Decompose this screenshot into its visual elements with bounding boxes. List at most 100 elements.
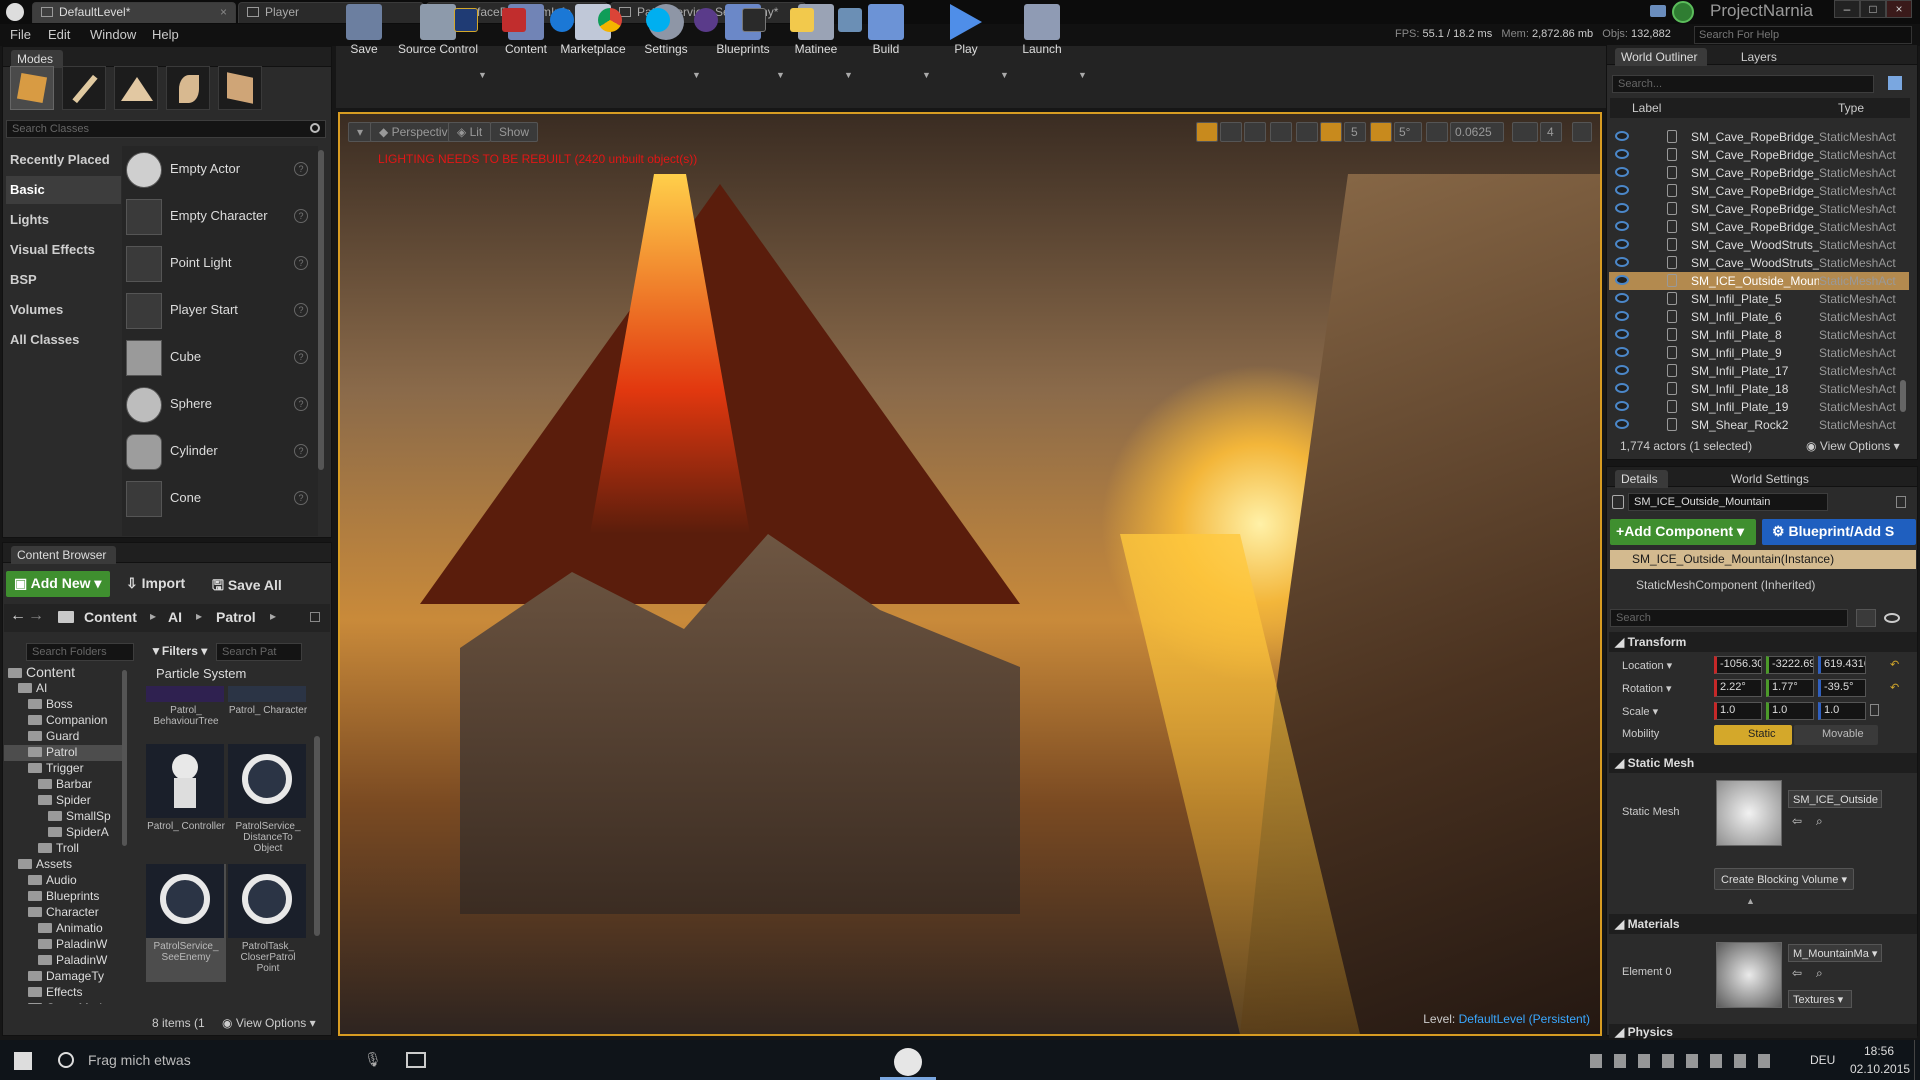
property-matrix-icon[interactable] (1856, 609, 1876, 627)
static-mesh-thumbnail[interactable] (1716, 780, 1782, 846)
clock-date[interactable]: 02.10.2015 (1850, 1062, 1910, 1076)
world-space-icon[interactable] (1270, 122, 1292, 142)
translate-tool-icon[interactable] (1196, 122, 1218, 142)
location-z-field[interactable]: 619.4316 (1818, 656, 1866, 674)
world-settings-tab[interactable]: World Settings (1731, 472, 1809, 486)
epic-launcher-icon[interactable] (742, 8, 766, 32)
world-outliner-tab[interactable]: World Outliner (1615, 48, 1708, 66)
add-component-button[interactable]: +Add Component ▾ (1610, 519, 1756, 545)
search-path-input[interactable]: Search Pat (216, 643, 302, 661)
scale-snap-value[interactable]: 0.0625 (1450, 122, 1504, 142)
outliner-search-input[interactable]: Search... (1612, 75, 1874, 93)
rotation-label[interactable]: Rotation ▾ (1622, 682, 1672, 695)
static-mesh-dropdown[interactable]: SM_ICE_Outside ▾ (1788, 790, 1882, 808)
category-recently-placed[interactable]: Recently Placed (6, 146, 121, 174)
scale-x-field[interactable]: 1.0 (1714, 702, 1762, 720)
visibility-eye-icon[interactable] (1615, 131, 1629, 141)
help-icon[interactable]: ? (294, 162, 308, 176)
rotate-tool-icon[interactable] (1220, 122, 1242, 142)
menu-file[interactable]: File (10, 27, 31, 42)
folder-tree-item[interactable]: PaladinW (4, 953, 122, 969)
outliner-row[interactable]: SM_Cave_RopeBridge_C StaticMeshAct (1609, 128, 1909, 146)
folder-tree-item[interactable]: Boss (4, 697, 122, 713)
layers-tab[interactable]: Layers (1741, 50, 1777, 64)
eye-icon[interactable] (1884, 613, 1900, 623)
outliner-row[interactable]: SM_Cave_RopeBridge_2 StaticMeshAct (1609, 218, 1909, 236)
outliner-row[interactable]: SM_Cave_RopeBridge_2 StaticMeshAct (1609, 200, 1909, 218)
skype-icon[interactable] (646, 8, 670, 32)
textures-dropdown[interactable]: Textures ▾ (1788, 990, 1852, 1008)
use-selected-arrow-icon[interactable]: ⇦ (1792, 814, 1802, 828)
create-blocking-volume-button[interactable]: Create Blocking Volume ▾ (1714, 868, 1854, 890)
back-arrow-icon[interactable]: ← (10, 607, 26, 625)
minimize-button[interactable]: – (1834, 0, 1860, 18)
help-icon[interactable]: ? (294, 397, 308, 411)
scale-z-field[interactable]: 1.0 (1818, 702, 1866, 720)
folder-tree-item[interactable]: Patrol (4, 745, 122, 761)
chevron-down-icon[interactable]: ▼ (1000, 70, 1009, 80)
visibility-eye-icon[interactable] (1615, 257, 1629, 267)
outliner-row[interactable]: SM_Cave_RopeBridge_C StaticMeshAct (1609, 146, 1909, 164)
visibility-eye-icon[interactable] (1615, 401, 1629, 411)
visibility-eye-icon[interactable] (1615, 203, 1629, 213)
visibility-eye-icon[interactable] (1615, 239, 1629, 249)
folder-tree-item[interactable]: Effects (4, 985, 122, 1001)
materials-section[interactable]: ◢ Materials (1609, 914, 1917, 934)
visual-studio-icon[interactable] (454, 8, 478, 32)
outliner-row[interactable]: SM_Infil_Plate_5 StaticMeshAct (1609, 290, 1909, 308)
close-window-button[interactable]: × (1886, 0, 1912, 18)
asset-patrol-service-distance[interactable]: PatrolService_ DistanceTo Object (228, 744, 308, 862)
asset-patrol-character[interactable]: Patrol_ Character (228, 686, 308, 736)
scale-tool-icon[interactable] (1244, 122, 1266, 142)
outliner-row[interactable]: SM_Shear_Rock2 StaticMeshAct (1609, 416, 1909, 434)
component-inherited-row[interactable]: StaticMeshComponent (Inherited) (1610, 576, 1916, 595)
place-item-cube[interactable]: Cube? (124, 336, 316, 380)
rotation-snap-value[interactable]: 5° (1394, 122, 1422, 142)
visibility-eye-icon[interactable] (1615, 383, 1629, 393)
outliner-row[interactable]: SM_Infil_Plate_9 StaticMeshAct (1609, 344, 1909, 362)
outliner-row[interactable]: SM_Infil_Plate_17 StaticMeshAct (1609, 362, 1909, 380)
camera-speed-value[interactable]: 4 (1540, 122, 1562, 142)
rotation-snap-icon[interactable] (1370, 122, 1392, 142)
details-tab[interactable]: Details (1615, 470, 1668, 488)
visibility-eye-icon[interactable] (1615, 293, 1629, 303)
viewport-options-button[interactable]: ▾ (348, 122, 373, 142)
chrome-icon[interactable] (598, 8, 622, 32)
modes-scrollbar[interactable] (318, 150, 324, 470)
chevron-down-icon[interactable]: ▼ (692, 70, 701, 80)
clock-time[interactable]: 18:56 (1864, 1044, 1894, 1058)
folder-tree-item[interactable]: AI (4, 681, 122, 697)
chevron-down-icon[interactable]: ▼ (844, 70, 853, 80)
breadcrumb-ai[interactable]: AI (168, 609, 182, 625)
search-folders-input[interactable]: Search Folders (26, 643, 134, 661)
folder-tree-item[interactable]: Blueprints (4, 889, 122, 905)
windows-start-icon[interactable] (14, 1052, 32, 1070)
outliner-row[interactable]: SM_Cave_RopeBridge_C StaticMeshAct (1609, 164, 1909, 182)
folder-tree-item[interactable]: GameMode (4, 1001, 122, 1004)
folder-tree-item[interactable]: Companion (4, 713, 122, 729)
help-icon[interactable]: ? (294, 350, 308, 364)
location-x-field[interactable]: -1056.30 (1714, 656, 1762, 674)
outliner-row[interactable]: SM_Infil_Plate_8 StaticMeshAct (1609, 326, 1909, 344)
build-button[interactable]: Build (856, 0, 916, 62)
notification-icon[interactable] (1650, 5, 1666, 17)
mobility-static-button[interactable]: Static (1714, 725, 1792, 745)
source-control-status-icon[interactable] (1672, 1, 1694, 23)
outliner-row[interactable]: SM_Cave_RopeBridge_C StaticMeshAct (1609, 182, 1909, 200)
scale-y-field[interactable]: 1.0 (1766, 702, 1814, 720)
place-item-point-light[interactable]: Point Light? (124, 242, 316, 286)
reset-to-default-icon[interactable]: ↶ (1890, 681, 1899, 694)
breadcrumb-content[interactable]: Content (84, 609, 137, 625)
reset-to-default-icon[interactable]: ↶ (1890, 658, 1899, 671)
actor-name-field[interactable]: SM_ICE_Outside_Mountain (1628, 493, 1828, 511)
help-icon[interactable]: ? (294, 491, 308, 505)
location-y-field[interactable]: -3222.69 (1766, 656, 1814, 674)
paint-mode-button[interactable] (62, 66, 106, 110)
outliner-row[interactable]: SM_ICE_Outside_Mount StaticMeshAct (1609, 272, 1909, 290)
help-icon[interactable]: ? (294, 303, 308, 317)
place-item-empty-actor[interactable]: Empty Actor? (124, 148, 316, 192)
scale-lock-icon[interactable] (1870, 704, 1879, 716)
grid-snap-value[interactable]: 5 (1344, 122, 1366, 142)
paint-app-icon[interactable] (502, 8, 526, 32)
folder-tree-item[interactable]: Spider (4, 793, 122, 809)
